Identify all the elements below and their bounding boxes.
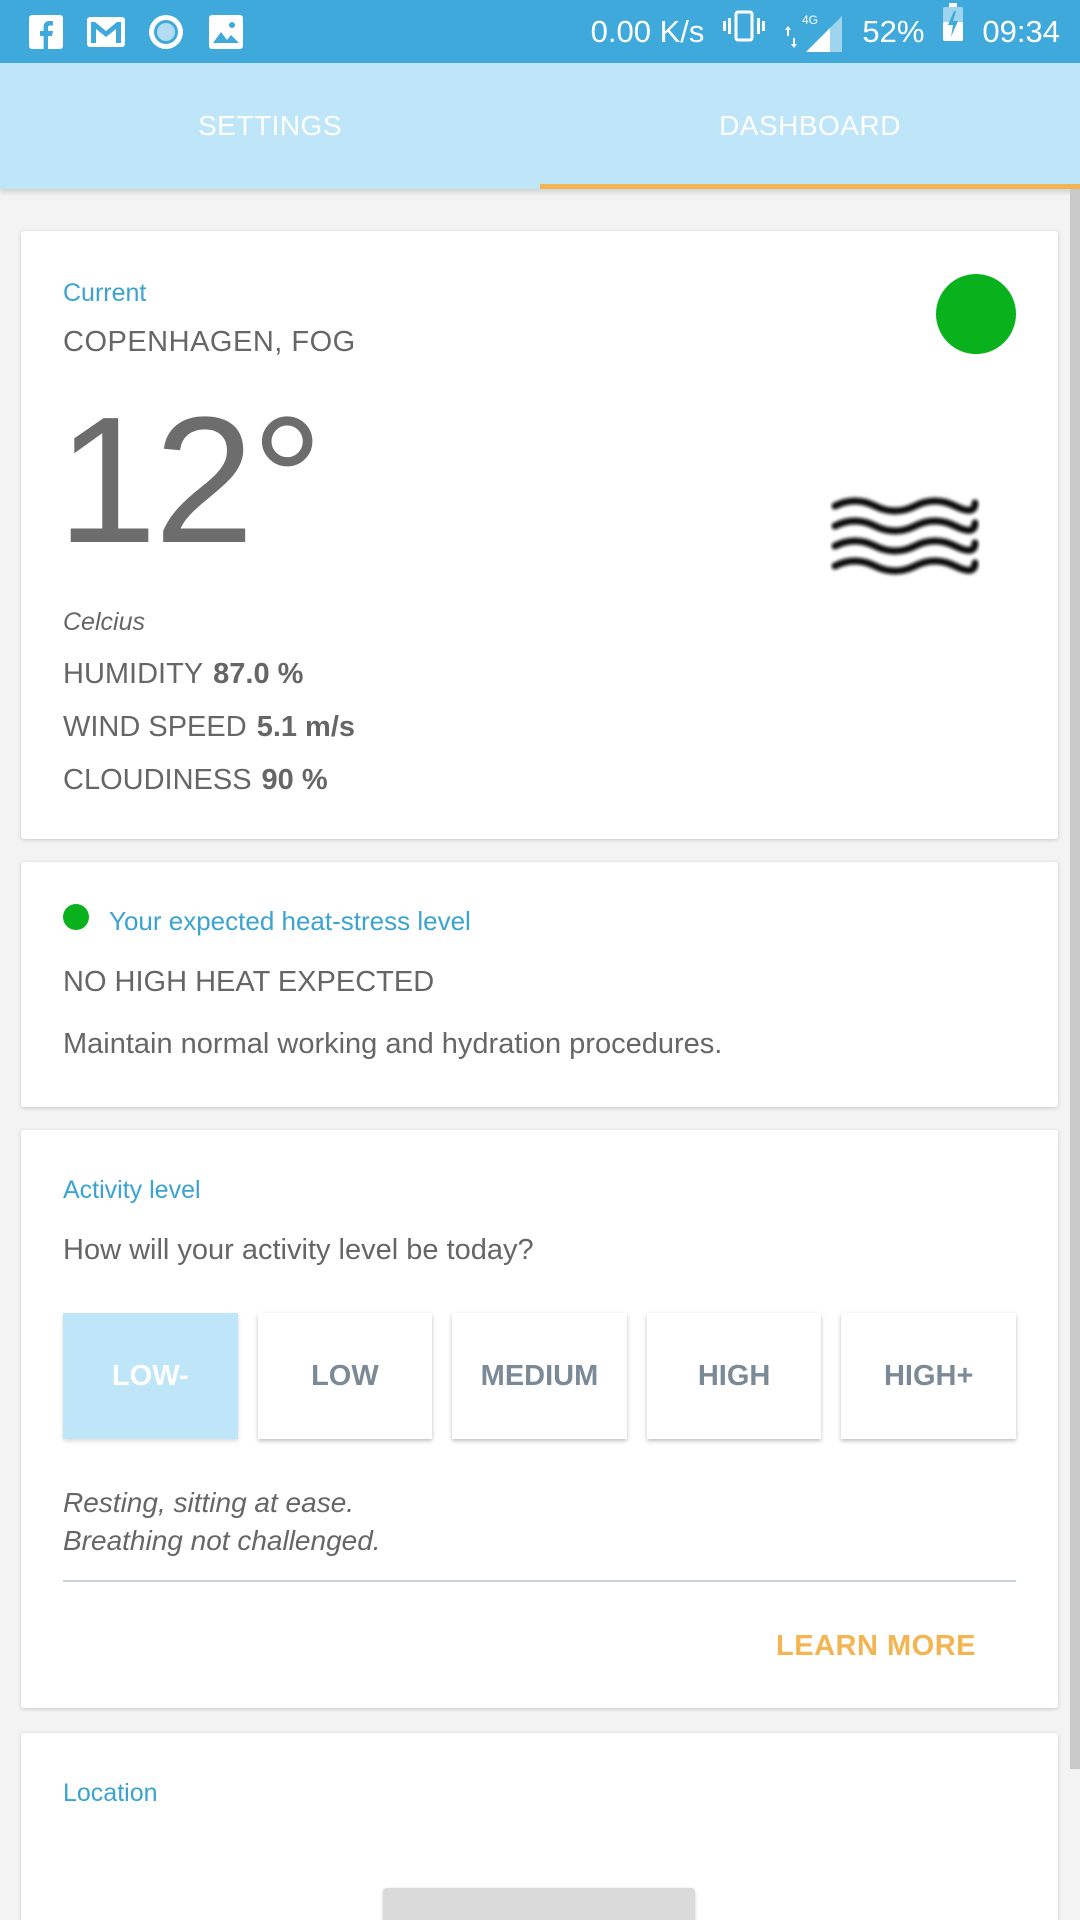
record-icon	[146, 12, 186, 52]
humidity-value: 87.0 %	[213, 658, 304, 690]
activity-description-line1: Resting, sitting at ease.	[63, 1487, 355, 1518]
battery-icon	[942, 0, 964, 63]
tab-dashboard[interactable]: DASHBOARD	[540, 63, 1080, 189]
fog-icon	[830, 491, 980, 581]
heat-stress-title: Your expected heat-stress level	[109, 906, 471, 936]
location-condition: COPENHAGEN, FOG	[63, 326, 356, 358]
temperature-unit: Celcius	[63, 608, 145, 636]
divider	[63, 1580, 1016, 1582]
activity-question: How will your activity level be today?	[63, 1234, 534, 1266]
cloudiness-value: 90 %	[261, 764, 328, 796]
learn-more-button[interactable]: LEARN MORE	[776, 1630, 976, 1663]
wind-speed-label: WIND SPEED	[63, 711, 247, 743]
heat-stress-headline: NO HIGH HEAT EXPECTED	[63, 966, 435, 998]
activity-level-high-plus[interactable]: HIGH+	[841, 1313, 1016, 1439]
heat-status-dot	[63, 904, 89, 930]
activity-level-selector: LOW- LOW MEDIUM HIGH HIGH+	[63, 1313, 1016, 1439]
signal-icon: 4G	[784, 12, 844, 52]
clock: 09:34	[982, 14, 1060, 49]
current-title: Current	[63, 279, 147, 307]
scrollbar[interactable]	[1070, 189, 1080, 1769]
heat-stress-description: Maintain normal working and hydration pr…	[63, 1028, 723, 1060]
tab-bar: SETTINGS DASHBOARD	[0, 63, 1080, 189]
current-weather-card: Current COPENHAGEN, FOG 12° Celcius HUMI…	[21, 231, 1058, 839]
tab-settings[interactable]: SETTINGS	[0, 63, 540, 189]
status-indicator	[936, 274, 1016, 354]
image-icon	[206, 12, 246, 52]
vibrate-icon	[722, 0, 766, 63]
wind-speed-value: 5.1 m/s	[256, 711, 356, 743]
activity-level-low[interactable]: LOW	[257, 1313, 433, 1439]
activity-level-low-minus[interactable]: LOW-	[63, 1313, 238, 1439]
cloudiness-label: CLOUDINESS	[63, 764, 252, 796]
heat-stress-card: Your expected heat-stress level NO HIGH …	[21, 862, 1058, 1107]
wind-speed-row: WIND SPEED 5.1 m/s	[63, 711, 355, 744]
net-speed: 0.00 K/s	[590, 14, 705, 49]
temperature: 12°	[57, 380, 323, 581]
activity-description: Resting, sitting at ease. Breathing not …	[63, 1484, 381, 1560]
activity-level-card: Activity level How will your activity le…	[21, 1130, 1058, 1708]
notification-icons	[26, 12, 246, 52]
activity-level-high[interactable]: HIGH	[646, 1313, 822, 1439]
location-button[interactable]	[383, 1888, 695, 1920]
gmail-icon	[86, 12, 126, 52]
facebook-icon	[26, 12, 66, 52]
tab-indicator	[540, 184, 1080, 189]
system-status: 0.00 K/s 4G 52% 09:34	[591, 0, 1060, 63]
activity-description-line2: Breathing not challenged.	[63, 1525, 381, 1556]
cloudiness-row: CLOUDINESS 90 %	[63, 764, 328, 797]
network-type: 4G	[802, 13, 818, 27]
humidity-label: HUMIDITY	[63, 658, 204, 690]
status-bar: 0.00 K/s 4G 52% 09:34	[0, 0, 1080, 63]
activity-title: Activity level	[63, 1176, 201, 1204]
battery-percent: 52%	[862, 14, 925, 49]
activity-level-medium[interactable]: MEDIUM	[452, 1313, 627, 1439]
humidity-row: HUMIDITY 87.0 %	[63, 658, 303, 691]
location-title: Location	[63, 1779, 158, 1807]
location-card: Location	[21, 1733, 1058, 1920]
